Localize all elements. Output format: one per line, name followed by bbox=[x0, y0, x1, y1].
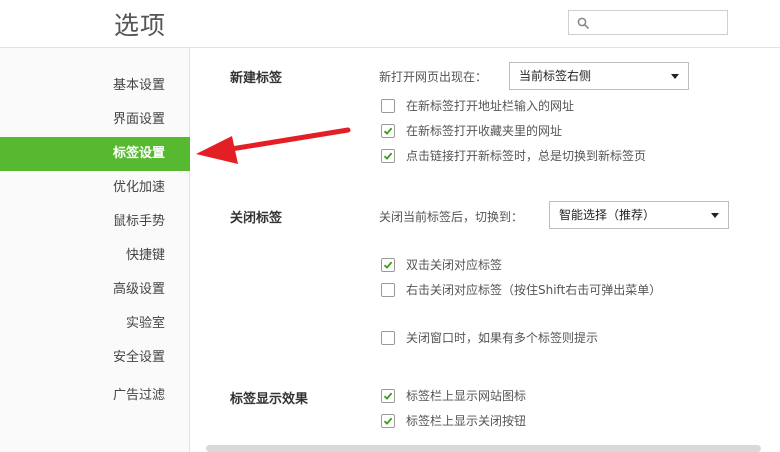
checkbox[interactable] bbox=[381, 258, 395, 272]
search-icon bbox=[577, 17, 589, 29]
sidebar-item-mouse-gestures[interactable]: 鼠标手势 bbox=[0, 205, 190, 239]
option-label: 标签栏上显示关闭按钮 bbox=[406, 414, 527, 428]
horizontal-scrollbar[interactable] bbox=[206, 445, 761, 452]
checkbox[interactable] bbox=[381, 414, 395, 428]
checkbox[interactable] bbox=[381, 389, 395, 403]
new-tab-position-value: 当前标签右侧 bbox=[519, 69, 592, 83]
search-box[interactable] bbox=[568, 10, 728, 35]
checkbox[interactable] bbox=[381, 331, 395, 345]
header: 选项 bbox=[0, 0, 780, 48]
sidebar-item-basic[interactable]: 基本设置 bbox=[0, 69, 190, 103]
sidebar: 基本设置 界面设置 标签设置 优化加速 鼠标手势 快捷键 高级设置 实验室 安全… bbox=[0, 48, 190, 452]
sidebar-item-optimize[interactable]: 优化加速 bbox=[0, 171, 190, 205]
section-title-tab-display: 标签显示效果 bbox=[230, 392, 309, 407]
close-tab-switch-value: 智能选择（推荐） bbox=[559, 208, 656, 222]
section-title-close-tab: 关闭标签 bbox=[230, 211, 283, 226]
search-input[interactable] bbox=[593, 13, 723, 32]
close-tab-switch-select[interactable]: 智能选择（推荐） bbox=[549, 201, 729, 229]
close-tab-switch-label: 关闭当前标签后，切换到： bbox=[379, 210, 524, 224]
sidebar-item-lab[interactable]: 实验室 bbox=[0, 307, 190, 341]
option-label: 点击链接打开新标签时，总是切换到新标签页 bbox=[406, 149, 647, 163]
checkbox[interactable] bbox=[381, 124, 395, 138]
checkmark-icon bbox=[383, 127, 393, 135]
sidebar-item-security[interactable]: 安全设置 bbox=[0, 341, 190, 375]
new-tab-position-label: 新打开网页出现在： bbox=[379, 70, 488, 84]
option-label: 右击关闭对应标签（按住Shift右击可弹出菜单） bbox=[406, 283, 662, 297]
option-label: 关闭窗口时，如果有多个标签则提示 bbox=[406, 331, 599, 345]
new-tab-position-select[interactable]: 当前标签右侧 bbox=[509, 62, 689, 90]
sidebar-item-adblock[interactable]: 广告过滤 bbox=[0, 379, 190, 413]
checkbox[interactable] bbox=[381, 99, 395, 113]
checkbox[interactable] bbox=[381, 283, 395, 297]
sidebar-item-tabs[interactable]: 标签设置 bbox=[0, 137, 190, 171]
checkbox[interactable] bbox=[381, 149, 395, 163]
chevron-down-icon bbox=[671, 74, 679, 79]
option-label: 在新标签打开收藏夹里的网址 bbox=[406, 124, 563, 138]
settings-content: 新建标签 新打开网页出现在： 当前标签右侧 在新标签打开地址栏输入的网址 在新标… bbox=[190, 48, 780, 452]
page-title: 选项 bbox=[114, 11, 167, 40]
sidebar-item-interface[interactable]: 界面设置 bbox=[0, 103, 190, 137]
sidebar-item-shortcuts[interactable]: 快捷键 bbox=[0, 239, 190, 273]
option-label: 标签栏上显示网站图标 bbox=[406, 389, 527, 403]
sidebar-item-advanced[interactable]: 高级设置 bbox=[0, 273, 190, 307]
checkmark-icon bbox=[383, 392, 393, 400]
section-title-new-tab: 新建标签 bbox=[230, 71, 283, 86]
option-label: 在新标签打开地址栏输入的网址 bbox=[406, 99, 575, 113]
option-label: 双击关闭对应标签 bbox=[406, 258, 503, 272]
chevron-down-icon bbox=[711, 213, 719, 218]
checkmark-icon bbox=[383, 261, 393, 269]
checkmark-icon bbox=[383, 417, 393, 425]
checkmark-icon bbox=[383, 152, 393, 160]
